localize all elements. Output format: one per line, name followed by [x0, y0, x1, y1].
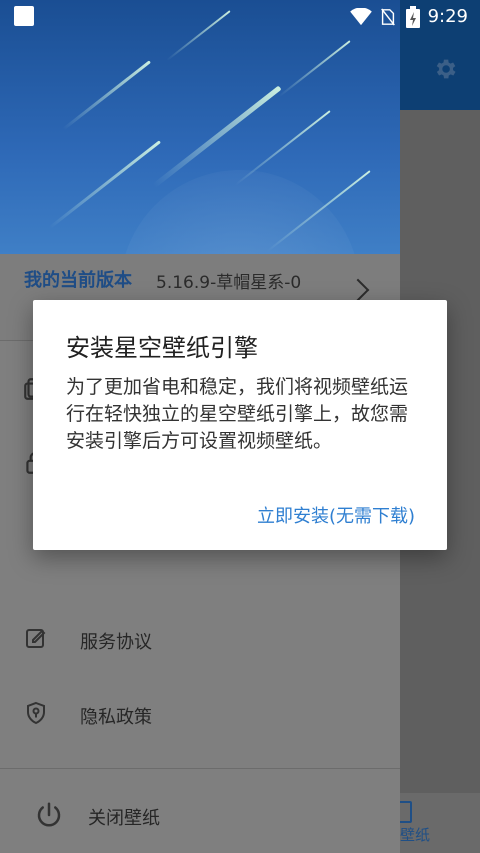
- status-time: 9:29: [427, 6, 468, 27]
- status-bar: 9:29: [0, 0, 480, 34]
- no-sim-icon: [381, 8, 395, 26]
- dialog-title: 安装星空壁纸引擎: [66, 334, 258, 362]
- install-engine-dialog: 安装星空壁纸引擎 为了更加省电和稳定，我们将视频壁纸运行在轻快独立的星空壁纸引擎…: [33, 300, 447, 550]
- notification-icon: [14, 6, 34, 26]
- battery-charging-icon: [406, 6, 420, 28]
- install-now-button[interactable]: 立即安装(无需下载): [257, 502, 415, 528]
- wifi-icon: [350, 8, 372, 26]
- dialog-message: 为了更加省电和稳定，我们将视频壁纸运行在轻快独立的星空壁纸引擎上，故您需安装引擎…: [66, 376, 409, 452]
